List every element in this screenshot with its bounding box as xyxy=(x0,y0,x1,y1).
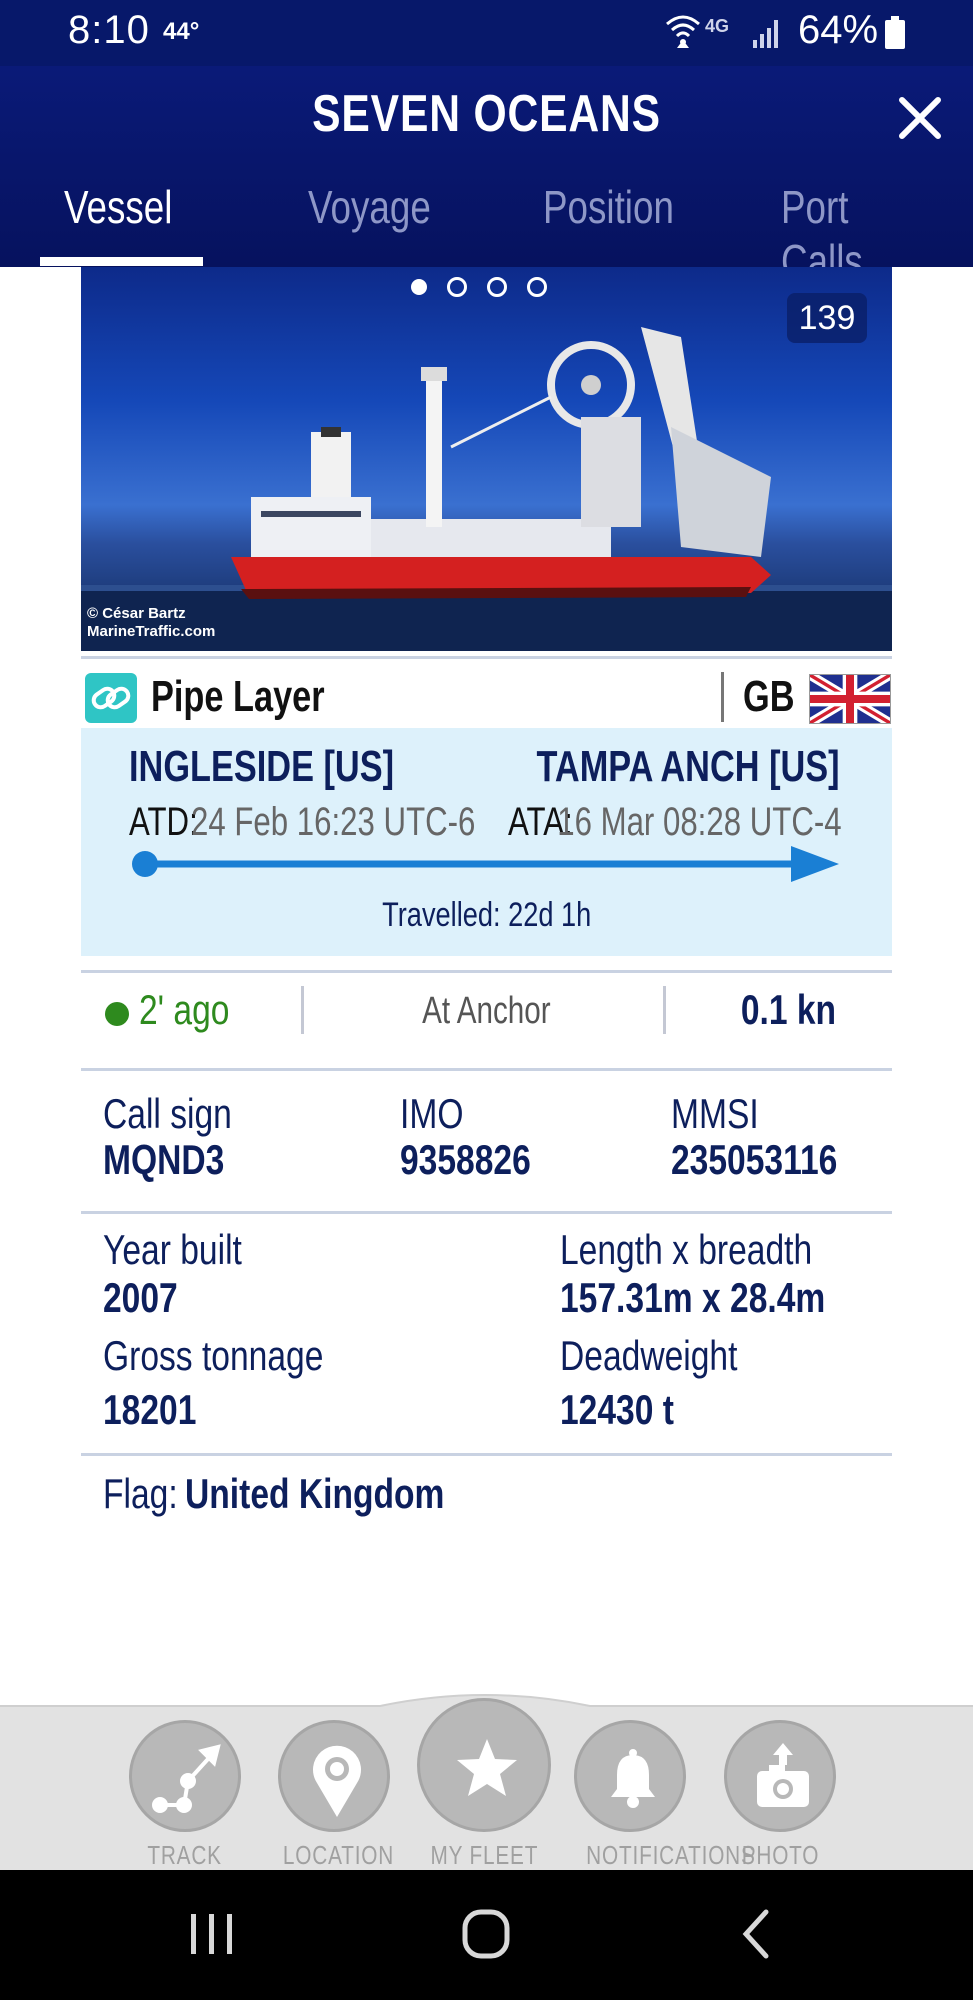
vessel-type-row: Pipe Layer GB xyxy=(81,664,892,728)
bottom-toolbar: TRACK LOCATION MY FLEET NOTIFICATIONS PH… xyxy=(0,1690,973,1870)
toolbar-photo-label: PHOTO xyxy=(741,1840,819,1870)
imo-label: IMO xyxy=(400,1090,464,1137)
tab-voyage[interactable]: Voyage xyxy=(308,180,431,234)
vessel-name-title: SEVEN OCEANS xyxy=(312,85,661,143)
divider xyxy=(81,1453,892,1456)
vessel-speed: 0.1 kn xyxy=(740,986,836,1033)
photo-pagination xyxy=(411,277,547,301)
arrival-port[interactable]: TAMPA ANCH [US] xyxy=(537,742,840,792)
call-sign-label: Call sign xyxy=(103,1090,232,1137)
vessel-photo-image xyxy=(81,327,892,651)
photo-credit-source: MarineTraffic.com xyxy=(87,623,216,640)
photo-dot-4[interactable] xyxy=(527,277,547,297)
photo-credit-author: © César Bartz xyxy=(87,605,186,622)
bell-icon xyxy=(611,1749,655,1808)
mmsi-value: 235053116 xyxy=(671,1136,838,1183)
flag-value: United Kingdom xyxy=(185,1470,445,1517)
deadweight-label: Deadweight xyxy=(560,1332,738,1379)
toolbar-notifications-button[interactable]: NOTIFICATIONS xyxy=(565,1720,755,1871)
divider xyxy=(663,986,666,1034)
signal-icons: 4G xyxy=(666,15,778,48)
travelled-time: Travelled: 22d 1h xyxy=(381,896,592,934)
gross-tonnage-label: Gross tonnage xyxy=(103,1332,324,1379)
home-icon[interactable] xyxy=(451,1902,521,1966)
toolbar-my-fleet-button[interactable]: MY FLEET xyxy=(417,1698,551,1871)
photo-dot-1[interactable] xyxy=(411,279,427,295)
location-pin-icon xyxy=(313,1745,361,1817)
length-breadth-value: 157.31m x 28.4m xyxy=(560,1274,826,1321)
camera-upload-icon xyxy=(757,1743,809,1807)
ata-value: 16 Mar 08:28 UTC-4 xyxy=(557,800,842,844)
divider xyxy=(721,672,724,722)
cell-signal-icon xyxy=(753,20,778,48)
status-time: 8:10 xyxy=(68,8,150,52)
vessel-header: SEVEN OCEANS Vessel Voyage Position Port… xyxy=(0,66,973,287)
battery-icon xyxy=(885,16,905,49)
system-navigation-bar xyxy=(0,1870,973,2000)
uk-flag-icon xyxy=(809,674,891,724)
track-icon xyxy=(152,1744,221,1813)
departure-marker xyxy=(132,851,158,877)
departure-port[interactable]: INGLESIDE [US] xyxy=(129,742,394,792)
tab-position[interactable]: Position xyxy=(543,180,674,234)
toolbar-my-fleet-label: MY FLEET xyxy=(430,1840,539,1870)
call-sign-value: MQND3 xyxy=(103,1136,225,1183)
tab-vessel[interactable]: Vessel xyxy=(64,180,172,234)
year-built-label: Year built xyxy=(103,1226,242,1273)
tab-bar: Vessel Voyage Position Port Calls xyxy=(0,174,973,287)
mmsi-label: MMSI xyxy=(671,1090,759,1137)
flag-label: Flag: xyxy=(103,1470,178,1517)
wifi-icon xyxy=(666,15,700,38)
photo-credit: © César Bartz MarineTraffic.com xyxy=(87,605,215,641)
link-icon[interactable] xyxy=(85,673,137,723)
toolbar-photo-button[interactable]: PHOTO xyxy=(715,1720,845,1871)
toolbar-track-button[interactable]: TRACK xyxy=(120,1720,250,1871)
deadweight-value: 12430 t xyxy=(560,1386,674,1433)
arrival-arrow-icon xyxy=(791,846,839,882)
gross-tonnage-value: 18201 xyxy=(103,1386,197,1433)
back-icon[interactable] xyxy=(722,1902,792,1966)
status-temperature: 44° xyxy=(163,18,200,45)
recent-apps-icon[interactable] xyxy=(178,1902,248,1966)
divider xyxy=(81,1068,892,1071)
flag-code: GB xyxy=(743,672,795,721)
toolbar-track-label: TRACK xyxy=(147,1840,223,1870)
vessel-status-row: 2' ago At Anchor 0.1 kn xyxy=(81,972,892,1072)
year-built-value: 2007 xyxy=(103,1274,178,1321)
star-icon xyxy=(457,1739,517,1796)
photo-count-badge[interactable]: 139 xyxy=(787,293,867,343)
active-tab-indicator xyxy=(40,257,203,266)
divider xyxy=(81,1211,892,1214)
toolbar-location-button[interactable]: LOCATION xyxy=(269,1720,399,1871)
voyage-summary[interactable]: INGLESIDE [US] TAMPA ANCH [US] ATD: 24 F… xyxy=(81,728,892,956)
status-bar: 8:10 44° 4G 64% xyxy=(0,0,973,66)
divider xyxy=(81,656,892,659)
atd-label: ATD: xyxy=(129,800,198,844)
voyage-progress-bar xyxy=(132,846,839,882)
length-breadth-label: Length x breadth xyxy=(560,1226,813,1273)
network-type: 4G xyxy=(705,16,729,36)
toolbar-location-label: LOCATION xyxy=(282,1840,395,1870)
photo-dot-2[interactable] xyxy=(447,277,467,297)
photo-dot-3[interactable] xyxy=(487,277,507,297)
vessel-photo[interactable]: 139 © César Bartz MarineTraffic.com xyxy=(81,267,892,651)
battery-percentage: 64% xyxy=(798,8,879,52)
imo-value: 9358826 xyxy=(400,1136,531,1183)
atd-value: 24 Feb 16:23 UTC-6 xyxy=(191,800,476,844)
close-icon[interactable] xyxy=(896,94,944,142)
vessel-type: Pipe Layer xyxy=(151,672,325,721)
